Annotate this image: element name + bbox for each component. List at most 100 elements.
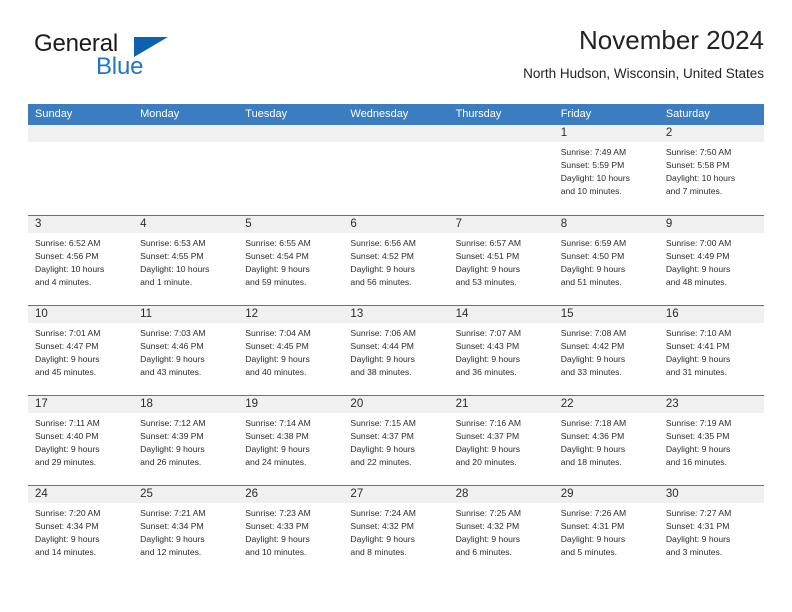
calendar-day-cell[interactable]: 19 Sunrise: 7:14 AM Sunset: 4:38 PM Dayligh… <box>238 394 344 485</box>
day-number: 21 <box>448 395 554 413</box>
daylight-duration-line2: and 38 minutes. <box>350 366 412 377</box>
calendar-day-cell[interactable]: 1 Sunrise: 7:49 AM Sunset: 5:59 PM Daylight… <box>553 125 659 215</box>
calendar-day-cell[interactable]: 22 Sunrise: 7:18 AM Sunset: 4:36 PM Dayligh… <box>553 394 659 485</box>
sunrise-time: Sunrise: 7:18 AM <box>560 417 627 428</box>
general-blue-logo[interactable]: General Blue <box>34 32 244 90</box>
day-number: 30 <box>658 485 764 503</box>
sunrise-time: Sunrise: 6:52 AM <box>35 237 101 248</box>
calendar-day-cell[interactable]: 20 Sunrise: 7:15 AM Sunset: 4:37 PM Dayligh… <box>343 394 449 485</box>
daylight-duration-line1: Daylight: 9 hours <box>245 533 310 544</box>
calendar-day-cell[interactable]: 28 Sunrise: 7:25 AM Sunset: 4:32 PM Dayligh… <box>448 484 554 575</box>
daylight-duration-line2: and 20 minutes. <box>455 456 517 467</box>
day-number: 9 <box>658 215 764 233</box>
sun-details: Sunrise: 7:50 AM Sunset: 5:58 PM Daylight:… <box>659 142 764 198</box>
sun-details: Sunrise: 7:19 AM Sunset: 4:35 PM Daylight:… <box>659 413 764 469</box>
sunrise-time: Sunrise: 6:57 AM <box>455 237 522 248</box>
sunrise-time: Sunrise: 7:50 AM <box>665 147 732 157</box>
sunset-time: Sunset: 4:43 PM <box>455 340 520 351</box>
day-number: 18 <box>133 395 239 413</box>
daylight-duration-line1: Daylight: 9 hours <box>665 443 731 454</box>
daylight-duration-line1: Daylight: 9 hours <box>350 443 415 454</box>
daylight-duration-line1: Daylight: 9 hours <box>560 533 626 544</box>
sun-details: Sunrise: 7:26 AM Sunset: 4:31 PM Daylight:… <box>554 503 659 559</box>
sun-details: Sunrise: 7:23 AM Sunset: 4:33 PM Daylight:… <box>238 503 343 559</box>
calendar-day-cell[interactable]: 14 Sunrise: 7:07 AM Sunset: 4:43 PM Dayligh… <box>448 304 554 395</box>
sun-details: Sunrise: 7:01 AM Sunset: 4:47 PM Daylight:… <box>28 323 133 379</box>
daylight-duration-line2: and 59 minutes. <box>245 276 307 287</box>
calendar-day-cell[interactable]: 26 Sunrise: 7:23 AM Sunset: 4:33 PM Dayligh… <box>238 484 344 575</box>
sunset-time: Sunset: 4:32 PM <box>350 520 414 531</box>
day-number: 12 <box>238 305 344 323</box>
calendar-day-cell[interactable]: 17 Sunrise: 7:11 AM Sunset: 4:40 PM Dayligh… <box>28 394 134 485</box>
calendar-cell-empty <box>238 125 344 215</box>
page-title: November 2024 <box>579 25 764 55</box>
sun-details: Sunrise: 7:04 AM Sunset: 4:45 PM Daylight:… <box>238 323 343 379</box>
calendar-table: Sunday Monday Tuesday Wednesday Thursday… <box>28 104 764 575</box>
day-number <box>28 125 134 142</box>
daylight-duration-line2: and 16 minutes. <box>665 456 727 467</box>
daylight-duration-line1: Daylight: 9 hours <box>455 263 521 274</box>
calendar-day-cell[interactable]: 24 Sunrise: 7:20 AM Sunset: 4:34 PM Dayligh… <box>28 484 134 575</box>
calendar-day-cell[interactable]: 27 Sunrise: 7:24 AM Sunset: 4:32 PM Dayligh… <box>343 484 449 575</box>
sunset-time: Sunset: 4:38 PM <box>245 430 309 441</box>
sunrise-time: Sunrise: 7:19 AM <box>665 417 732 428</box>
calendar-day-cell[interactable]: 12 Sunrise: 7:04 AM Sunset: 4:45 PM Dayligh… <box>238 304 344 395</box>
sunset-time: Sunset: 4:49 PM <box>665 250 730 261</box>
calendar-day-cell[interactable]: 9 Sunrise: 7:00 AM Sunset: 4:49 PM Daylight… <box>658 214 764 305</box>
weekday-header-monday: Monday <box>133 104 239 125</box>
calendar-day-cell[interactable]: 16 Sunrise: 7:10 AM Sunset: 4:41 PM Dayligh… <box>658 304 764 395</box>
weekday-header-thursday: Thursday <box>448 104 554 125</box>
day-number <box>343 125 449 142</box>
weekday-header-saturday: Saturday <box>658 104 764 125</box>
daylight-duration-line1: Daylight: 9 hours <box>245 353 310 364</box>
calendar-day-cell[interactable]: 11 Sunrise: 7:03 AM Sunset: 4:46 PM Dayligh… <box>133 304 239 395</box>
daylight-duration-line2: and 10 minutes. <box>560 186 622 197</box>
calendar-week-row: 10 Sunrise: 7:01 AM Sunset: 4:47 PM Dayligh… <box>28 304 764 395</box>
calendar-day-cell[interactable]: 18 Sunrise: 7:12 AM Sunset: 4:39 PM Dayligh… <box>133 394 239 485</box>
calendar-day-cell[interactable]: 4 Sunrise: 6:53 AM Sunset: 4:55 PM Daylight… <box>133 214 239 305</box>
calendar-day-cell[interactable]: 30 Sunrise: 7:27 AM Sunset: 4:31 PM Dayligh… <box>658 484 764 575</box>
daylight-duration-line1: Daylight: 10 hours <box>35 263 105 274</box>
daylight-duration-line2: and 1 minute. <box>140 276 193 287</box>
sun-details: Sunrise: 7:00 AM Sunset: 4:49 PM Daylight:… <box>659 233 764 289</box>
calendar-day-cell[interactable]: 13 Sunrise: 7:06 AM Sunset: 4:44 PM Dayligh… <box>343 304 449 395</box>
calendar-day-cell[interactable]: 25 Sunrise: 7:21 AM Sunset: 4:34 PM Dayligh… <box>133 484 239 575</box>
calendar-day-cell[interactable]: 21 Sunrise: 7:16 AM Sunset: 4:37 PM Dayligh… <box>448 394 554 485</box>
weekday-header-tuesday: Tuesday <box>238 104 344 125</box>
calendar-cell-empty <box>448 125 554 215</box>
sunset-time: Sunset: 4:31 PM <box>560 520 625 531</box>
sun-details: Sunrise: 7:15 AM Sunset: 4:37 PM Daylight:… <box>343 413 448 469</box>
calendar-day-cell[interactable]: 5 Sunrise: 6:55 AM Sunset: 4:54 PM Daylight… <box>238 214 344 305</box>
sun-details: Sunrise: 6:53 AM Sunset: 4:55 PM Daylight:… <box>133 233 238 289</box>
calendar-week-row: 24 Sunrise: 7:20 AM Sunset: 4:34 PM Dayligh… <box>28 484 764 575</box>
sun-details: Sunrise: 7:14 AM Sunset: 4:38 PM Daylight:… <box>238 413 343 469</box>
day-number: 17 <box>28 395 134 413</box>
day-number: 15 <box>553 305 659 323</box>
day-number: 2 <box>658 125 764 142</box>
calendar-day-cell[interactable]: 7 Sunrise: 6:57 AM Sunset: 4:51 PM Daylight… <box>448 214 554 305</box>
calendar-day-cell[interactable]: 23 Sunrise: 7:19 AM Sunset: 4:35 PM Dayligh… <box>658 394 764 485</box>
daylight-duration-line1: Daylight: 9 hours <box>560 353 626 364</box>
calendar-day-cell[interactable]: 2 Sunrise: 7:50 AM Sunset: 5:58 PM Daylight… <box>658 125 764 215</box>
sunrise-time: Sunrise: 7:11 AM <box>35 417 100 428</box>
sunrise-time: Sunrise: 7:27 AM <box>665 507 732 518</box>
calendar-day-cell[interactable]: 8 Sunrise: 6:59 AM Sunset: 4:50 PM Daylight… <box>553 214 659 305</box>
daylight-duration-line1: Daylight: 9 hours <box>140 533 205 544</box>
day-number: 27 <box>343 485 449 503</box>
sunrise-time: Sunrise: 7:01 AM <box>35 327 101 338</box>
daylight-duration-line1: Daylight: 9 hours <box>350 533 415 544</box>
daylight-duration-line2: and 6 minutes. <box>455 546 512 557</box>
daylight-duration-line1: Daylight: 9 hours <box>665 353 731 364</box>
day-number: 29 <box>553 485 659 503</box>
calendar-day-cell[interactable]: 29 Sunrise: 7:26 AM Sunset: 4:31 PM Dayligh… <box>553 484 659 575</box>
day-number: 20 <box>343 395 449 413</box>
calendar-day-cell[interactable]: 10 Sunrise: 7:01 AM Sunset: 4:47 PM Dayligh… <box>28 304 134 395</box>
day-number: 13 <box>343 305 449 323</box>
calendar-day-cell[interactable]: 15 Sunrise: 7:08 AM Sunset: 4:42 PM Dayligh… <box>553 304 659 395</box>
calendar-day-cell[interactable]: 3 Sunrise: 6:52 AM Sunset: 4:56 PM Daylight… <box>28 214 134 305</box>
calendar-day-cell[interactable]: 6 Sunrise: 6:56 AM Sunset: 4:52 PM Daylight… <box>343 214 449 305</box>
daylight-duration-line1: Daylight: 10 hours <box>140 263 210 274</box>
sunrise-time: Sunrise: 7:49 AM <box>560 147 627 157</box>
sunrise-time: Sunrise: 7:23 AM <box>245 507 311 518</box>
daylight-duration-line1: Daylight: 9 hours <box>245 263 310 274</box>
